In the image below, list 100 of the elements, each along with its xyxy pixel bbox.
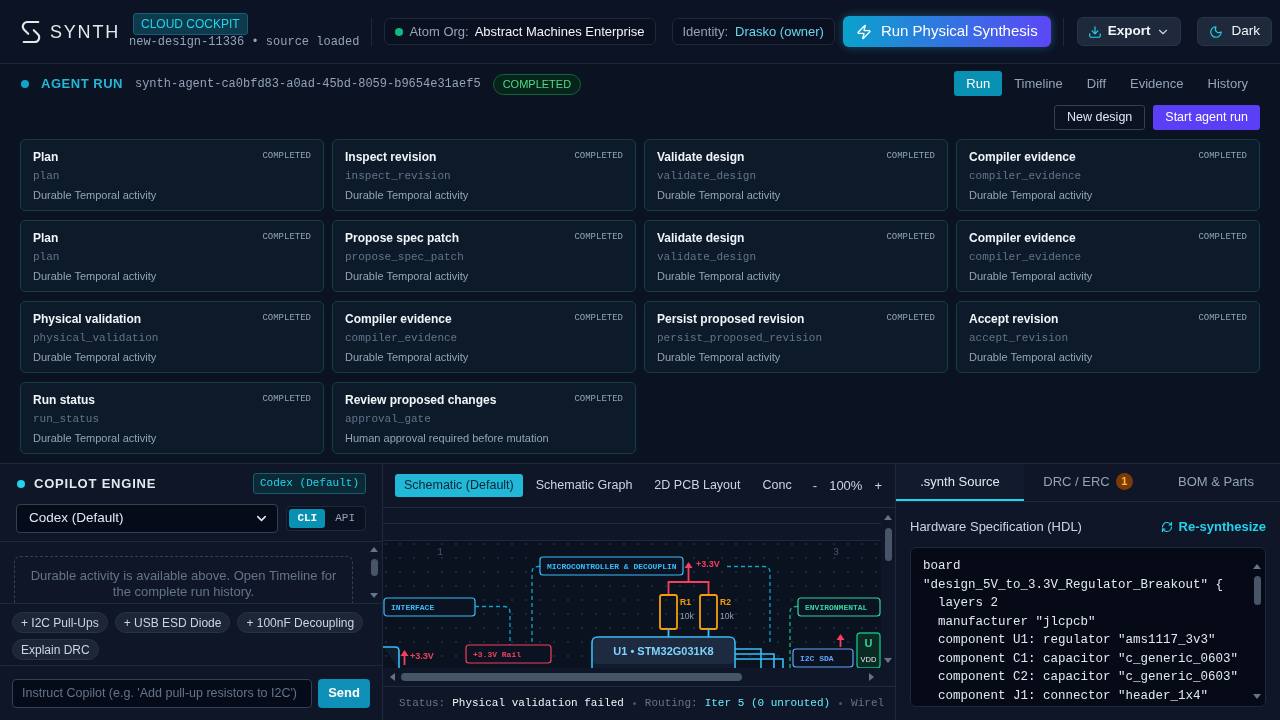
code-line: "design_5V_to_3.3V_Regulator_Breakout" { xyxy=(923,576,1224,594)
activity-status: COMPLETED xyxy=(886,312,935,325)
activity-status: COMPLETED xyxy=(1198,150,1247,163)
zoom-in-button[interactable]: + xyxy=(871,475,885,496)
code-editor[interactable] xyxy=(910,547,1266,707)
theme-toggle-button[interactable]: Dark xyxy=(1197,17,1272,46)
code-line: manufacturer "jlcpcb" xyxy=(937,613,1096,631)
activity-id: compiler_evidence xyxy=(345,331,459,346)
resynthesize-button[interactable]: Re-synthesize xyxy=(1160,517,1266,537)
scroll-up-arrow-icon[interactable] xyxy=(370,547,378,552)
scrollbar-thumb[interactable] xyxy=(370,559,378,576)
brand-name: SYNTH xyxy=(50,22,120,41)
activity-status: COMPLETED xyxy=(262,150,311,163)
scrollbar-thumb[interactable] xyxy=(1253,576,1261,605)
activity-id: propose_spec_patch xyxy=(345,250,465,265)
scroll-up-arrow-icon[interactable] xyxy=(1253,564,1261,569)
view-tab[interactable]: Schematic Graph xyxy=(526,474,642,497)
activity-card[interactable]: Validate design COMPLETED validate_design Durable Temporal activity xyxy=(644,139,948,211)
activity-card[interactable]: Propose spec patch COMPLETED propose_spec_patch Durable Temporal activity xyxy=(332,220,636,292)
scroll-down-arrow-icon[interactable] xyxy=(884,658,892,663)
run-synthesis-button[interactable]: Run Physical Synthesis xyxy=(842,16,1051,47)
source-tab[interactable]: BOM & Parts xyxy=(1152,464,1280,501)
engine-badge: Codex (Default) xyxy=(252,473,366,494)
source-tab[interactable]: DRC / ERC 1 xyxy=(1024,464,1152,501)
activity-status: COMPLETED xyxy=(1198,312,1247,325)
send-button[interactable]: Send xyxy=(318,678,370,708)
section-title: AGENT RUN xyxy=(41,75,123,94)
zoom-level: 100% xyxy=(829,476,863,495)
copilot-input[interactable]: Instruct Copilot (e.g. 'Add pull-up resistors to I2C') xyxy=(12,678,313,708)
code-line: layers 2 xyxy=(937,595,998,612)
activity-card[interactable]: Review proposed changes COMPLETED approval_gate Human approval required before mutation xyxy=(332,382,636,454)
activity-card[interactable]: Plan COMPLETED plan Durable Temporal activity xyxy=(20,139,324,211)
activity-status: COMPLETED xyxy=(262,312,311,325)
activity-card[interactable]: Accept revision COMPLETED accept_revision Durable Temporal activity xyxy=(956,301,1260,373)
mode-option[interactable]: API xyxy=(327,509,363,528)
activity-card[interactable]: Compiler evidence COMPLETED compiler_evidence Durable Temporal activity xyxy=(956,220,1260,292)
view-tab[interactable]: 2D PCB Layout xyxy=(645,474,750,497)
moon-icon xyxy=(1209,24,1224,39)
activity-card[interactable]: Persist proposed revision COMPLETED persist_proposed_revision Durable Temporal activity xyxy=(644,301,948,373)
run-tab[interactable]: Evidence xyxy=(1118,71,1196,96)
component-ref: R1 xyxy=(680,597,691,607)
activity-title: Validate design xyxy=(657,230,745,246)
activity-card[interactable]: Validate design COMPLETED validate_design Durable Temporal activity xyxy=(644,220,948,292)
view-tab[interactable]: Conc xyxy=(753,474,801,497)
activity-status: COMPLETED xyxy=(574,150,623,163)
activity-title: Review proposed changes xyxy=(345,392,497,408)
activity-title: Accept revision xyxy=(969,311,1059,327)
component-symbol xyxy=(383,646,400,668)
activity-id: compiler_evidence xyxy=(969,169,1083,184)
component-value: 10k xyxy=(680,611,694,621)
new-design-button[interactable]: New design xyxy=(1053,105,1146,130)
panel-title: COPILOT ENGINE xyxy=(34,474,157,493)
engine-select[interactable]: Codex (Default) xyxy=(16,504,279,533)
run-tab[interactable]: Run xyxy=(954,71,1003,96)
scroll-up-arrow-icon[interactable] xyxy=(884,515,892,520)
activity-id: physical_validation xyxy=(33,331,160,346)
lightning-icon xyxy=(855,23,872,40)
resistor-symbol xyxy=(659,594,678,630)
activity-card[interactable]: Compiler evidence COMPLETED compiler_evidence Durable Temporal activity xyxy=(332,301,636,373)
export-button[interactable]: Export xyxy=(1076,17,1182,46)
activity-title: Propose spec patch xyxy=(345,230,460,246)
source-tab[interactable]: .synth Source xyxy=(896,464,1024,501)
scroll-left-arrow-icon[interactable] xyxy=(390,673,395,681)
suggestion-chip[interactable]: Explain DRC xyxy=(12,639,99,660)
activity-title: Plan xyxy=(33,149,59,165)
activity-card[interactable]: Physical validation COMPLETED physical_validation Durable Temporal activity xyxy=(20,301,324,373)
scrollbar-thumb[interactable] xyxy=(401,673,742,681)
status-label: Wirel xyxy=(851,696,885,712)
mode-option[interactable]: CLI xyxy=(289,509,326,528)
refresh-icon xyxy=(1160,521,1173,533)
suggestion-chip[interactable]: + I2C Pull-Ups xyxy=(12,612,108,633)
scrollbar-thumb[interactable] xyxy=(884,528,892,561)
activity-description: Durable Temporal activity xyxy=(345,188,470,203)
zoom-out-button[interactable]: - xyxy=(809,475,821,496)
run-tab[interactable]: Diff xyxy=(1074,71,1119,96)
org-selector[interactable]: Atom Org: Abstract Machines Enterprise xyxy=(384,18,656,45)
component-ref: R2 xyxy=(720,597,731,607)
activity-card[interactable]: Compiler evidence COMPLETED compiler_evidence Durable Temporal activity xyxy=(956,139,1260,211)
status-value: Iter 5 (0 unrouted) xyxy=(704,696,831,712)
start-run-button[interactable]: Start agent run xyxy=(1153,105,1260,130)
activity-description: Durable Temporal activity xyxy=(33,269,158,284)
run-tab[interactable]: Timeline xyxy=(1002,71,1075,96)
scroll-down-arrow-icon[interactable] xyxy=(370,593,378,598)
design-status: new-design-11336 • source loaded xyxy=(129,35,360,50)
section-label: INTERFACE xyxy=(383,597,476,617)
activity-card[interactable]: Plan COMPLETED plan Durable Temporal activity xyxy=(20,220,324,292)
activity-card[interactable]: Run status COMPLETED run_status Durable Temporal activity xyxy=(20,382,324,454)
scroll-down-arrow-icon[interactable] xyxy=(1253,694,1261,699)
activity-description: Durable Temporal activity xyxy=(969,350,1094,365)
status-value: Physical validation failed xyxy=(452,696,624,712)
view-tab[interactable]: Schematic (Default) xyxy=(395,474,523,497)
power-arrow-icon xyxy=(836,634,845,648)
activity-title: Validate design xyxy=(657,149,745,165)
scroll-right-arrow-icon[interactable] xyxy=(869,673,874,681)
activity-card[interactable]: Inspect revision COMPLETED inspect_revision Durable Temporal activity xyxy=(332,139,636,211)
run-tab[interactable]: History xyxy=(1195,71,1260,96)
suggestion-chip[interactable]: + USB ESD Diode xyxy=(114,612,231,633)
activity-title: Physical validation xyxy=(33,311,142,327)
code-line: component J1: connector "header_1x4" xyxy=(937,687,1209,705)
suggestion-chip[interactable]: + 100nF Decoupling xyxy=(237,612,364,633)
